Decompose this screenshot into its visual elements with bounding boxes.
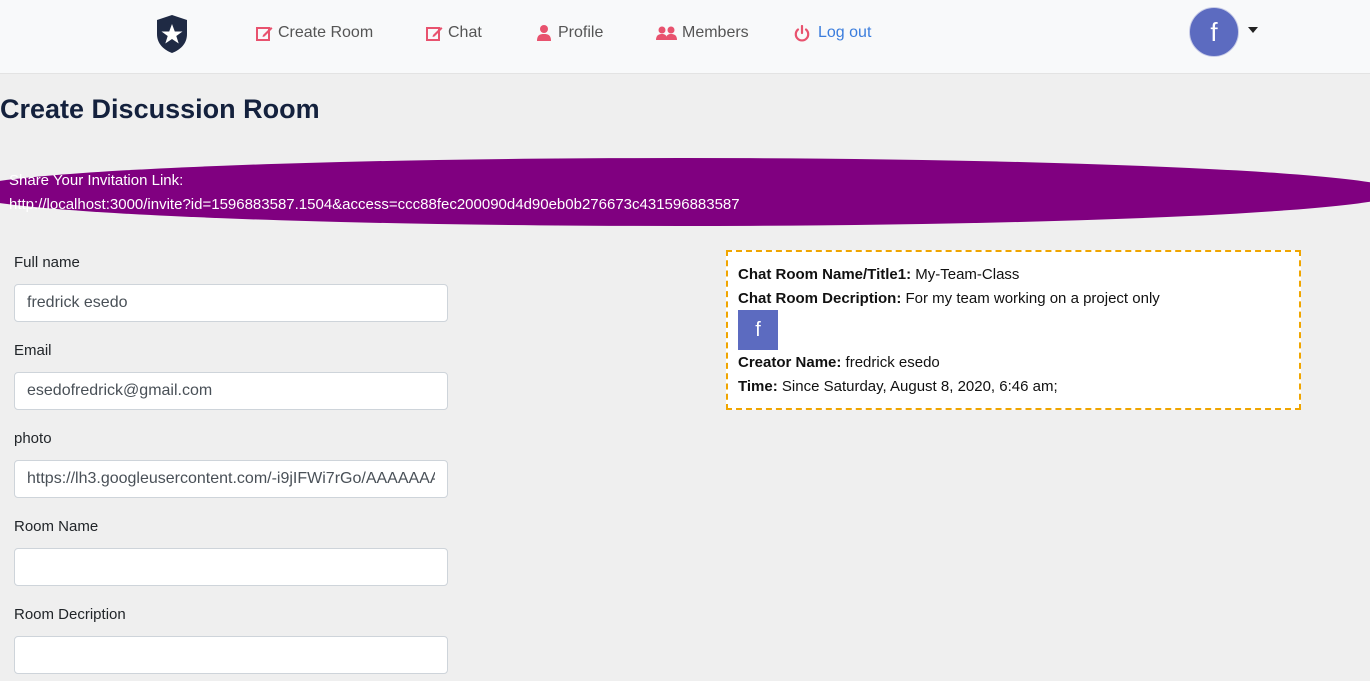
creator-photo: f (738, 310, 778, 350)
invitation-banner: Share Your Invitation Link: http://local… (0, 158, 1370, 226)
room-description-label: Room Decription (14, 606, 126, 623)
full-name-label: Full name (14, 254, 80, 271)
nav-profile[interactable]: Profile (535, 22, 603, 44)
photo-input[interactable] (14, 460, 448, 498)
user-avatar[interactable]: f (1189, 7, 1239, 57)
nav-chat[interactable]: Chat (425, 22, 482, 44)
nav-profile-label: Profile (558, 24, 604, 41)
preview-creator: Creator Name: fredrick esedo (738, 354, 940, 371)
preview-room-description-label: Chat Room Decription: (738, 290, 902, 307)
nav-members-label: Members (682, 24, 749, 41)
room-preview-card: Chat Room Name/Title1: My-Team-Class Cha… (726, 250, 1301, 410)
invitation-link[interactable]: http://localhost:3000/invite?id=15968835… (9, 196, 740, 213)
power-icon (793, 24, 811, 42)
caret-down-icon[interactable] (1248, 27, 1258, 33)
nav-members[interactable]: Members (655, 22, 749, 44)
edit-icon (255, 24, 273, 42)
room-name-label: Room Name (14, 518, 99, 535)
preview-room-name-value: My-Team-Class (911, 266, 1020, 283)
preview-room-name-label: Chat Room Name/Title1: (738, 266, 912, 283)
email-label: Email (14, 342, 52, 359)
page-title: Create Discussion Room (0, 94, 320, 124)
creator-photo-initial: f (755, 318, 761, 341)
avatar-initial: f (1210, 16, 1218, 47)
nav-create-room-label: Create Room (278, 24, 374, 41)
nav-create-room[interactable]: Create Room (255, 22, 373, 44)
preview-creator-label: Creator Name: (738, 354, 842, 371)
nav-logout[interactable]: Log out (793, 22, 871, 44)
room-description-input[interactable] (14, 636, 448, 674)
preview-room-name: Chat Room Name/Title1: My-Team-Class (738, 266, 1019, 283)
invitation-label: Share Your Invitation Link: (9, 172, 184, 189)
preview-room-description: Chat Room Decription: For my team workin… (738, 290, 1160, 307)
nav-logout-label: Log out (818, 24, 872, 41)
room-name-input[interactable] (14, 548, 448, 586)
preview-room-description-value: For my team working on a project only (901, 290, 1160, 307)
user-icon (535, 24, 553, 42)
preview-time-label: Time: (738, 378, 778, 395)
users-icon (655, 24, 677, 42)
photo-label: photo (14, 430, 52, 447)
full-name-input[interactable] (14, 284, 448, 322)
auth0-logo-icon[interactable] (154, 14, 190, 54)
preview-time-value: Since Saturday, August 8, 2020, 6:46 am; (777, 378, 1058, 395)
navbar: Create Room Chat Profile Members Log out… (0, 0, 1370, 74)
email-input[interactable] (14, 372, 448, 410)
preview-time: Time: Since Saturday, August 8, 2020, 6:… (738, 378, 1058, 395)
edit-icon (425, 24, 443, 42)
preview-creator-value: fredrick esedo (841, 354, 940, 371)
nav-chat-label: Chat (448, 24, 482, 41)
